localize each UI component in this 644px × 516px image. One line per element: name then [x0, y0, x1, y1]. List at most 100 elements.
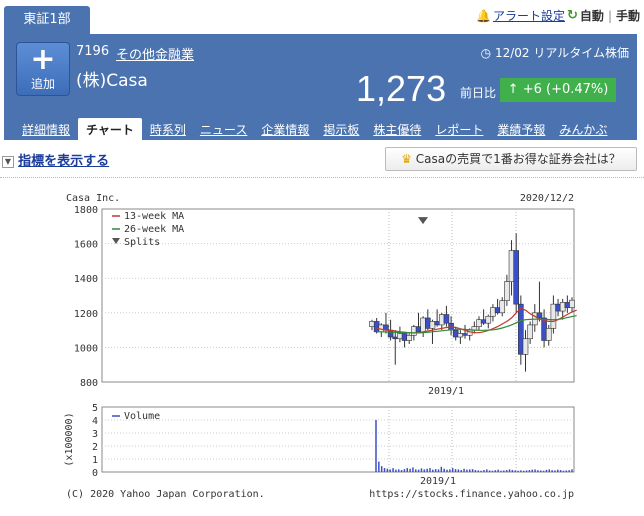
clock-icon: ◷	[480, 46, 492, 60]
nav-tab-8[interactable]: 業績予報	[491, 118, 551, 141]
price-ytick-label: 1000	[74, 343, 98, 354]
nav-tab-5[interactable]: 掲示板	[317, 118, 365, 141]
candle-body	[392, 336, 399, 340]
indicator-toggle-link[interactable]: 指標を表示する	[18, 154, 109, 169]
market-tab[interactable]: 東証1部	[4, 6, 90, 34]
crown-icon: ♛	[401, 152, 412, 166]
chart-company: Casa Inc.	[66, 193, 120, 204]
volume-xtick-label: 2019/1	[420, 476, 456, 487]
candle-body	[429, 321, 436, 329]
candle-body	[513, 250, 519, 305]
nav-tab-9[interactable]: みんかぶ	[553, 118, 613, 141]
candle-body	[518, 303, 524, 355]
realtime-timestamp: ◷ 12/02 リアルタイム株価	[481, 44, 629, 61]
expand-icon[interactable]: ▼	[2, 155, 14, 168]
volume-panel: 0 1 2 3 4 5 (x100000) 2019/1 Volume	[64, 403, 575, 487]
up-arrow-icon: ↑	[507, 82, 519, 97]
broker-promo-button[interactable]: ♛ Casaの売買で1番お得な証券会社は？	[385, 147, 637, 171]
candle-body	[425, 317, 431, 329]
volume-ytick-label: 5	[92, 403, 98, 414]
candle-body	[499, 300, 506, 314]
candle-body	[434, 321, 440, 326]
nav-tab-4[interactable]: 企業情報	[255, 118, 315, 141]
stock-price: 1,273	[356, 68, 447, 109]
price-ytick-label: 1600	[74, 240, 98, 251]
candle-body	[415, 326, 422, 333]
divider	[0, 177, 644, 178]
nav-tab-3[interactable]: ニュース	[194, 118, 253, 141]
chart-date: 2020/12/2	[520, 193, 574, 204]
price-ytick-label: 1200	[74, 309, 98, 320]
auto-refresh-link[interactable]: 自動	[580, 7, 604, 24]
candle-body	[397, 333, 403, 340]
nav-tab-2[interactable]: 時系列	[144, 118, 192, 141]
change-value: +6 (+0.47%)	[522, 82, 609, 97]
volume-ylabel: (x100000)	[64, 412, 75, 466]
candle-body	[420, 317, 426, 333]
copyright: (C) 2020 Yahoo Japan Corporation.	[66, 489, 265, 500]
candle-body	[411, 326, 417, 336]
stock-header: + 追加 7196 その他金融業 (株)Casa ◷ 12/02 リアルタイム株…	[4, 34, 637, 141]
industry-link[interactable]: その他金融業	[116, 44, 194, 63]
legend-label: Splits	[124, 237, 160, 248]
indicator-toggle-row: ▼ 指標を表示する	[2, 150, 109, 169]
change-badge: ↑ +6 (+0.47%)	[500, 78, 616, 102]
candle-body	[527, 324, 533, 340]
candle-body	[536, 312, 543, 319]
nav-tab-6[interactable]: 株主優待	[367, 118, 427, 141]
source-url[interactable]: https://stocks.finance.yahoo.co.jp	[369, 489, 574, 500]
promo-label: Casaの売買で1番お得な証券会社は？	[415, 152, 621, 166]
price-ytick-label: 800	[80, 378, 98, 389]
candle-body	[550, 303, 557, 329]
top-links: 🔔 アラート設定 ↻ 自動 | 手動	[476, 7, 640, 24]
candle-body	[545, 328, 552, 341]
separator: |	[607, 8, 612, 23]
stock-chart: Casa Inc. 2020/12/2 800 1000 1200 1400 1600 1…	[64, 193, 577, 500]
bell-icon: 🔔	[476, 8, 491, 23]
candle-body	[401, 333, 408, 341]
nav-tab-7[interactable]: レポート	[429, 118, 489, 141]
candle-body	[480, 319, 487, 324]
volume-ytick-label: 1	[92, 455, 98, 466]
nav-tab-1[interactable]: チャート	[78, 118, 142, 141]
candle-body	[522, 338, 529, 355]
price-ytick-label: 1800	[74, 205, 98, 216]
add-label: 追加	[30, 77, 55, 91]
alert-settings-link[interactable]: アラート設定	[493, 7, 565, 24]
candle-body	[369, 321, 375, 327]
add-watchlist-button[interactable]: + 追加	[16, 42, 70, 96]
volume-legend-label: Volume	[124, 411, 160, 422]
realtime-label: 12/02 リアルタイム株価	[494, 46, 629, 60]
candle-body	[508, 250, 515, 282]
candle-body	[462, 333, 468, 336]
volume-ytick-label: 0	[92, 468, 98, 479]
volume-ytick-label: 3	[92, 429, 98, 440]
candle-body	[443, 314, 450, 324]
candle-body	[485, 315, 492, 324]
company-name: (株)Casa	[76, 71, 148, 91]
candle-body	[373, 321, 380, 333]
plus-icon: +	[30, 42, 56, 77]
volume-ytick-label: 2	[92, 442, 98, 453]
candle-body	[438, 314, 445, 326]
candle-body	[555, 303, 561, 312]
manual-refresh-link[interactable]: 手動	[616, 7, 640, 24]
candle-body	[504, 281, 510, 301]
nav-tab-0[interactable]: 詳細情報	[16, 118, 76, 141]
candle-body	[457, 333, 464, 338]
legend-label: 13-week MA	[124, 211, 184, 222]
legend-label: 26-week MA	[124, 224, 184, 235]
candle-body	[406, 334, 413, 341]
volume-ytick-label: 4	[92, 416, 98, 427]
price-xtick-label: 2019/1	[428, 386, 464, 397]
price-panel: 800 1000 1200 1400 1600 1800 2019/1 13-week MA 2…	[74, 205, 577, 397]
candle-body	[490, 307, 496, 317]
refresh-icon: ↻	[567, 8, 578, 23]
candle-body	[476, 319, 482, 327]
candle-body	[564, 302, 571, 308]
stock-code: 7196	[76, 44, 110, 59]
nav-tabs: 詳細情報 チャート 時系列 ニュース 企業情報 掲示板 株主優待 レポート 業績予報 みんかぶ	[16, 118, 615, 141]
candle-body	[559, 302, 566, 312]
candle-body	[569, 299, 575, 308]
change-label: 前日比	[460, 86, 497, 100]
